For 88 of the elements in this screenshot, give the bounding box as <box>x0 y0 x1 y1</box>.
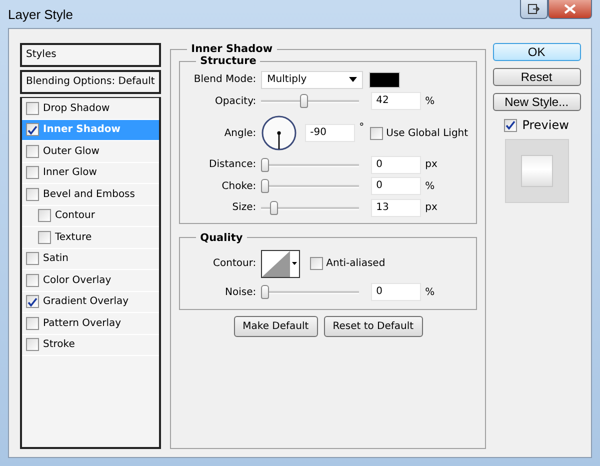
style-item[interactable]: Satin <box>22 248 160 270</box>
close-icon <box>564 4 576 14</box>
unit-label: % <box>425 180 435 192</box>
shadow-color-swatch[interactable] <box>369 72 400 88</box>
checkbox[interactable] <box>370 126 384 140</box>
style-label: Contour <box>55 210 95 222</box>
slider-thumb[interactable] <box>261 285 270 300</box>
dialog-button[interactable]: Reset <box>492 68 581 86</box>
checkbox[interactable] <box>26 188 39 201</box>
field-label: Blend Mode: <box>192 74 258 86</box>
value-field[interactable]: 13 <box>371 198 422 217</box>
checkbox-label: Anti-aliased <box>326 258 386 269</box>
angle-dial[interactable] <box>261 115 298 151</box>
field-label: Size: <box>231 202 258 214</box>
unit-label: ° <box>359 122 364 133</box>
style-item[interactable]: Stroke <box>22 334 160 356</box>
style-item[interactable]: Gradient Overlay <box>22 292 160 313</box>
style-item[interactable]: Color Overlay <box>22 270 160 292</box>
blending-options-item[interactable]: Blending Options: Default <box>20 70 162 94</box>
unit-label: % <box>425 286 435 298</box>
field-label: Noise: <box>224 286 258 298</box>
group-title: Inner Shadow <box>190 43 274 55</box>
preview-thumbnail <box>504 139 569 203</box>
style-label: Pattern Overlay <box>43 318 122 329</box>
checkbox[interactable] <box>310 257 324 270</box>
style-label: Outer Glow <box>43 146 100 157</box>
style-label: Texture <box>55 232 92 243</box>
value-field[interactable]: 42 <box>371 92 422 110</box>
style-label: Color Overlay <box>43 274 112 286</box>
unit-label: px <box>425 159 438 170</box>
checkbox[interactable] <box>26 123 39 136</box>
angle-field[interactable]: -90 <box>305 124 356 142</box>
close-button[interactable] <box>548 0 592 19</box>
window-icon <box>528 4 540 14</box>
slider-thumb[interactable] <box>261 158 270 172</box>
blend-mode-dropdown[interactable]: Multiply <box>261 70 364 89</box>
checkbox[interactable] <box>26 338 39 352</box>
style-item[interactable]: Bevel and Emboss <box>22 184 160 206</box>
checkbox[interactable] <box>38 230 51 244</box>
slider-thumb[interactable] <box>261 179 270 194</box>
dialog-button[interactable]: Make Default <box>234 316 318 337</box>
checkbox[interactable] <box>26 102 39 115</box>
value-field[interactable]: 0 <box>371 283 422 302</box>
checkbox[interactable] <box>26 166 39 180</box>
checkbox[interactable] <box>38 209 51 222</box>
style-label: Satin <box>43 253 69 264</box>
contour-curve-icon <box>262 250 290 276</box>
field-label: Opacity: <box>214 96 258 107</box>
style-label: Drop Shadow <box>43 102 110 114</box>
style-item[interactable]: Pattern Overlay <box>22 313 160 334</box>
caret-icon <box>292 262 298 265</box>
style-label: Bevel and Emboss <box>43 188 135 200</box>
style-item[interactable]: Contour <box>22 206 160 227</box>
contour-picker[interactable] <box>261 250 300 278</box>
checkbox-label: Preview <box>522 118 569 132</box>
restore-button[interactable] <box>520 0 548 19</box>
checkbox[interactable] <box>26 295 39 308</box>
field-label: Distance: <box>208 159 258 170</box>
checkbox[interactable] <box>26 274 39 287</box>
value-field[interactable]: 0 <box>371 156 422 174</box>
field-label: Contour: <box>212 258 258 269</box>
checkbox-label: Use Global Light <box>386 128 468 138</box>
style-item[interactable]: Outer Glow <box>22 141 160 162</box>
style-label: Inner Shadow <box>43 124 120 136</box>
dialog-button[interactable]: OK <box>492 43 581 61</box>
caret-icon <box>349 77 358 82</box>
checkbox[interactable] <box>504 118 518 132</box>
style-item[interactable]: Inner Glow <box>22 162 160 184</box>
group-title: Quality <box>199 232 244 244</box>
slider-thumb[interactable] <box>300 94 308 108</box>
checkbox[interactable] <box>26 252 39 266</box>
style-label: Inner Glow <box>43 167 97 178</box>
field-label: Angle: <box>223 128 258 138</box>
checkbox[interactable] <box>26 144 39 158</box>
window-title: Layer Style <box>8 6 74 22</box>
style-label: Stroke <box>43 339 75 350</box>
field-label: Choke: <box>220 180 258 192</box>
checkbox[interactable] <box>26 316 39 330</box>
style-label: Gradient Overlay <box>43 296 129 308</box>
dialog-button[interactable]: New Style... <box>492 93 581 111</box>
dialog-button[interactable]: Reset to Default <box>324 316 423 337</box>
slider-thumb[interactable] <box>270 200 278 215</box>
style-item[interactable]: Texture <box>22 227 160 248</box>
styles-header[interactable]: Styles <box>20 43 162 67</box>
unit-label: % <box>425 96 435 107</box>
value-field[interactable]: 0 <box>371 177 422 196</box>
group-title: Structure <box>199 55 258 67</box>
unit-label: px <box>425 202 438 214</box>
